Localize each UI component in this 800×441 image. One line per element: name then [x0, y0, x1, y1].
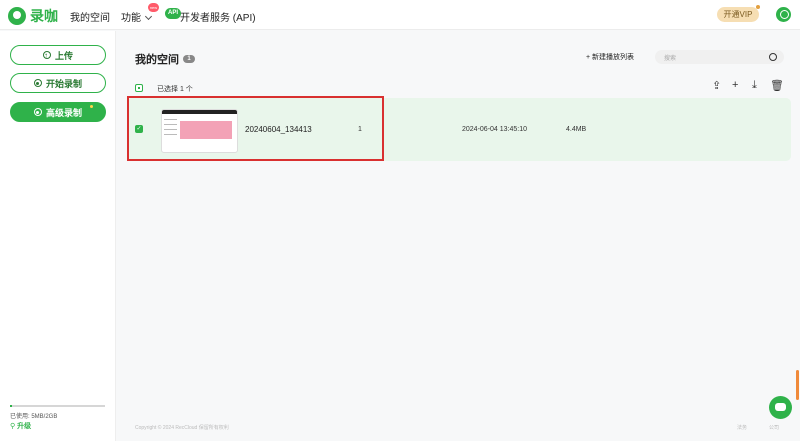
add-icon[interactable]: +: [732, 79, 738, 91]
chevron-down-icon: [144, 12, 153, 21]
logo-text: 录咖: [30, 8, 58, 24]
select-all-checkbox[interactable]: [135, 84, 143, 92]
api-tag: API: [165, 8, 182, 19]
main-content: 我的空间 1 + 新建播放列表 搜索 已选择 1 个 ⇪ + ⤓ 🗑 ✓ 202…: [117, 31, 800, 441]
nav-features[interactable]: 功能: [121, 9, 153, 24]
top-bar: 录咖 我的空间 功能 new API 开发者服务 (API) 开通VIP: [0, 0, 800, 30]
selected-count-text: 已选择 1 个: [157, 86, 193, 93]
count-badge: 1: [183, 55, 195, 63]
advanced-record-icon: [33, 108, 42, 116]
copyright-text: Copyright © 2024 RecCloud 保留所有权利: [135, 425, 229, 431]
avatar[interactable]: [776, 7, 791, 22]
upload-button[interactable]: ↑ 上传: [10, 45, 106, 65]
highlight-box: [127, 96, 384, 161]
advanced-record-button[interactable]: 高级录制: [10, 102, 106, 122]
nav-features-label: 功能: [121, 13, 141, 24]
page-title: 我的空间 1: [135, 51, 195, 67]
download-icon[interactable]: ⤓: [752, 79, 757, 92]
sidebar: ↑ 上传 开始录制 高级录制 已使用: 5MB/2GB ⚲ 升级: [0, 31, 116, 441]
nav-developer-service[interactable]: 开发者服务 (API): [180, 9, 256, 24]
side-scroll-indicator[interactable]: [796, 370, 799, 400]
logo[interactable]: 录咖: [8, 6, 58, 26]
upload-icon: ↑: [42, 51, 51, 60]
start-record-button[interactable]: 开始录制: [10, 73, 106, 93]
new-badge: new: [148, 3, 159, 12]
upload-label: 上传: [54, 50, 73, 61]
nav-my-space[interactable]: 我的空间: [70, 9, 110, 24]
footer-link-legal[interactable]: 法务: [737, 424, 747, 431]
storage-usage-bar: [10, 405, 105, 407]
advanced-record-dot: [90, 105, 93, 108]
start-record-label: 开始录制: [45, 78, 82, 89]
open-vip-button[interactable]: 开通VIP: [717, 7, 759, 22]
upgrade-link[interactable]: ⚲ 升级: [10, 421, 31, 431]
vip-dot: [756, 5, 760, 9]
page-title-text: 我的空间: [135, 54, 179, 66]
storage-usage-fill: [10, 405, 12, 407]
file-size: 4.4MB: [566, 126, 587, 133]
footer-link-company[interactable]: 公司: [769, 424, 779, 431]
file-date: 2024-06-04 13:45:10: [462, 126, 527, 133]
upgrade-label: 升级: [17, 423, 32, 430]
logo-icon: [8, 7, 26, 25]
search-placeholder: 搜索: [664, 56, 677, 62]
advanced-record-label: 高级录制: [45, 107, 82, 118]
chat-icon[interactable]: [769, 396, 792, 419]
storage-usage-text: 已使用: 5MB/2GB: [10, 414, 58, 420]
record-icon: [33, 79, 42, 87]
search-icon[interactable]: [769, 53, 777, 61]
new-playlist-button[interactable]: + 新建播放列表: [586, 52, 634, 62]
delete-icon[interactable]: 🗑: [770, 79, 784, 92]
share-icon[interactable]: ⇪: [712, 79, 721, 92]
new-playlist-label: 新建播放列表: [592, 54, 635, 61]
